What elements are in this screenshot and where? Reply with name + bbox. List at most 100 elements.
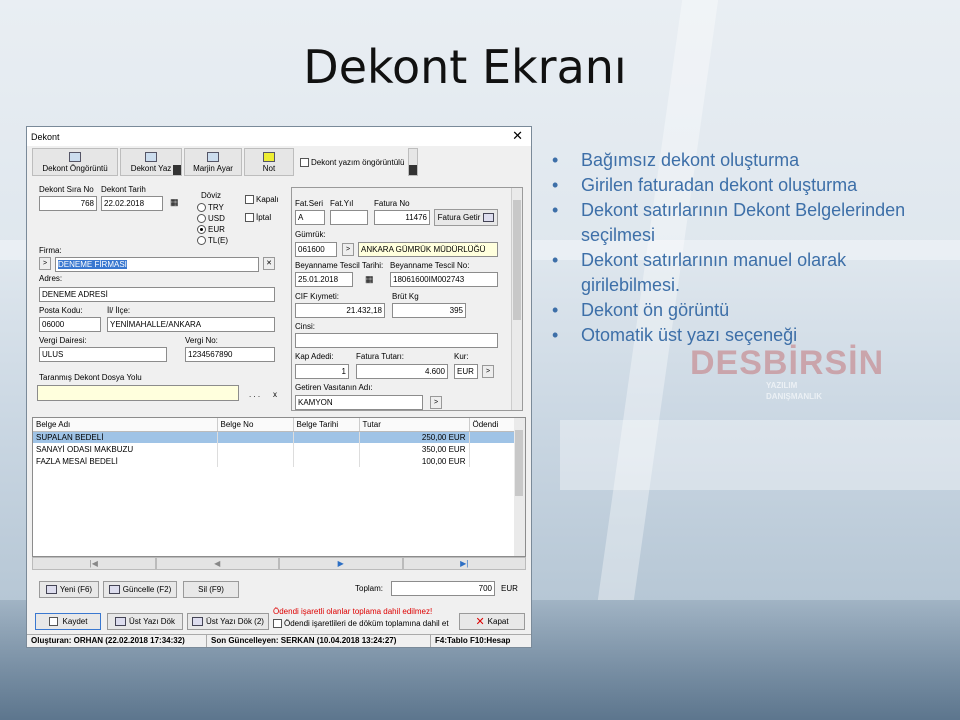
- kur-lookup-button[interactable]: >: [482, 365, 494, 378]
- col-odendi[interactable]: Ödendi: [469, 418, 515, 432]
- kaydet-button[interactable]: Kaydet: [35, 613, 101, 630]
- brut-label: Brüt Kg: [392, 292, 419, 301]
- ilce-input[interactable]: YENİMAHALLE/ANKARA: [107, 317, 275, 332]
- calendar-icon[interactable]: ▦: [170, 197, 179, 208]
- fatno-label: Fatura No: [374, 199, 410, 208]
- bey-no-input[interactable]: 18061600IM002743: [390, 272, 498, 287]
- toplam-field: 700: [391, 581, 495, 596]
- feature-list: Bağımsız dekont oluşturma Girilen fatura…: [548, 148, 948, 348]
- grid-header: Belge Adı Belge No Belge Tarihi Tutar Öd…: [33, 418, 515, 432]
- close-icon: ✕: [475, 616, 485, 628]
- fatseri-label: Fat.Seri: [295, 199, 324, 208]
- printer-icon: [115, 617, 127, 626]
- monitor-icon: [69, 152, 81, 162]
- kapat-button[interactable]: ✕ Kapat: [459, 613, 525, 630]
- feature-item: Dekont satırlarının Dekont Belgelerinden…: [548, 198, 948, 248]
- cinsi-label: Cinsi:: [295, 322, 316, 331]
- print-preview-toggle[interactable]: Dekont yazım öngörüntülü: [296, 148, 424, 176]
- printer-icon: [192, 617, 204, 626]
- add-icon: [45, 585, 57, 594]
- nav-last-button[interactable]: ▶|: [402, 557, 526, 570]
- record-navigator: |◀ ◀ ▶ ▶|: [32, 557, 526, 570]
- fatura-panel: Fat.Seri A Fat.Yıl Fatura No 11476 Fatur…: [291, 187, 523, 411]
- posta-input[interactable]: 06000: [39, 317, 101, 332]
- close-icon[interactable]: ✕: [512, 128, 523, 144]
- table-row[interactable]: SUPALAN BEDELİ 250,00 EUR: [33, 431, 515, 443]
- dekont-window: Dekont ✕ Dekont Öngörüntü Dekont Yaz Mar…: [26, 126, 532, 648]
- col-belge-adi[interactable]: Belge Adı: [33, 418, 218, 432]
- fatseri-input[interactable]: A: [295, 210, 325, 225]
- grid-icon: [483, 213, 495, 222]
- calendar-icon[interactable]: ▦: [365, 274, 374, 285]
- status-keys: F4:Tablo F10:Hesap: [435, 636, 511, 645]
- print-button[interactable]: Dekont Yaz: [120, 148, 182, 176]
- clear-icon[interactable]: ✕: [263, 257, 275, 270]
- dropdown-arrow-icon[interactable]: [173, 165, 181, 175]
- kap-input[interactable]: 1: [295, 364, 349, 379]
- gumruk-code-input[interactable]: 061600: [295, 242, 337, 257]
- clear-path-button[interactable]: x: [273, 390, 277, 399]
- gumruk-label: Gümrük:: [295, 230, 326, 239]
- vn-input[interactable]: 1234567890: [185, 347, 275, 362]
- margin-icon: [207, 152, 219, 162]
- taranmis-input[interactable]: [37, 385, 239, 401]
- cif-label: CIF Kıymeti:: [295, 292, 340, 301]
- guncelle-button[interactable]: Güncelle (F2): [103, 581, 177, 598]
- currency-tle[interactable]: TL(E): [197, 235, 228, 246]
- vd-input[interactable]: ULUS: [39, 347, 167, 362]
- currency-usd[interactable]: USD: [197, 213, 228, 224]
- include-paid-checkbox[interactable]: Ödendi işaretlileri de döküm toplamına d…: [273, 619, 449, 629]
- grid-scrollbar[interactable]: [514, 418, 525, 556]
- cinsi-input[interactable]: [295, 333, 498, 348]
- bey-tarih-input[interactable]: 25.01.2018: [295, 272, 353, 287]
- kur-label: Kur:: [454, 352, 469, 361]
- bey-no-label: Beyanname Tescil No:: [390, 261, 470, 270]
- window-title: Dekont: [31, 131, 60, 142]
- iptal-checkbox[interactable]: İptal: [245, 213, 271, 223]
- background-logo-sub: YAZILIM DANIŞMANLIK: [766, 381, 822, 401]
- fatno-input[interactable]: 11476: [374, 210, 430, 225]
- table-row[interactable]: FAZLA MESAİ BEDELİ 100,00 EUR: [33, 455, 515, 467]
- firma-input[interactable]: DENEME FİRMASI: [55, 257, 259, 272]
- adres-input[interactable]: DENEME ADRESİ: [39, 287, 275, 302]
- checkbox[interactable]: [300, 157, 309, 167]
- panel-scrollbar[interactable]: [511, 188, 522, 410]
- firma-lookup-button[interactable]: >: [39, 257, 51, 270]
- currency-eur[interactable]: EUR: [197, 224, 228, 235]
- col-tutar[interactable]: Tutar: [359, 418, 470, 432]
- col-belge-tarihi[interactable]: Belge Tarihi: [293, 418, 360, 432]
- feature-item: Dekont ön görüntü: [548, 298, 948, 323]
- status-bar: Oluşturan: ORHAN (22.02.2018 17:34:32) S…: [27, 634, 531, 647]
- sira-input[interactable]: 768: [39, 196, 97, 211]
- currency-try[interactable]: TRY: [197, 202, 228, 213]
- ust-yazi-button[interactable]: Üst Yazı Dök: [107, 613, 183, 630]
- fat-tutar-input[interactable]: 4.600: [356, 364, 448, 379]
- gumruk-lookup-button[interactable]: >: [342, 243, 354, 256]
- tarih-label: Dekont Tarih: [101, 185, 146, 194]
- kapali-checkbox[interactable]: Kapalı: [245, 195, 279, 205]
- sil-button[interactable]: Sil (F9): [183, 581, 239, 598]
- fatyil-input[interactable]: [330, 210, 368, 225]
- tarih-input[interactable]: 22.02.2018: [101, 196, 163, 211]
- note-button[interactable]: Not: [244, 148, 294, 176]
- adres-label: Adres:: [39, 274, 63, 283]
- fatura-getir-button[interactable]: Fatura Getir: [434, 209, 498, 226]
- nav-prev-button[interactable]: ◀: [155, 557, 279, 570]
- nav-first-button[interactable]: |◀: [32, 557, 156, 570]
- getiren-lookup-button[interactable]: >: [430, 396, 442, 409]
- nav-next-button[interactable]: ▶: [279, 557, 403, 570]
- browse-button[interactable]: . . .: [249, 390, 260, 399]
- kur-input[interactable]: EUR: [454, 364, 478, 379]
- table-row[interactable]: SANAYİ ODASI MAKBUZU 350,00 EUR: [33, 443, 515, 455]
- col-belge-no[interactable]: Belge No: [217, 418, 294, 432]
- dropdown-arrow-icon[interactable]: [408, 148, 419, 176]
- preview-button[interactable]: Dekont Öngörüntü: [32, 148, 118, 176]
- ust-yazi2-button[interactable]: Üst Yazı Dök (2): [187, 613, 269, 630]
- cif-input[interactable]: 21.432,18: [295, 303, 385, 318]
- firma-label: Firma:: [39, 246, 62, 255]
- yeni-button[interactable]: Yeni (F6): [39, 581, 99, 598]
- brut-input[interactable]: 395: [392, 303, 466, 318]
- margin-button[interactable]: Marjin Ayar: [184, 148, 242, 176]
- getiren-input[interactable]: KAMYON: [295, 395, 423, 410]
- edit-icon: [108, 585, 120, 594]
